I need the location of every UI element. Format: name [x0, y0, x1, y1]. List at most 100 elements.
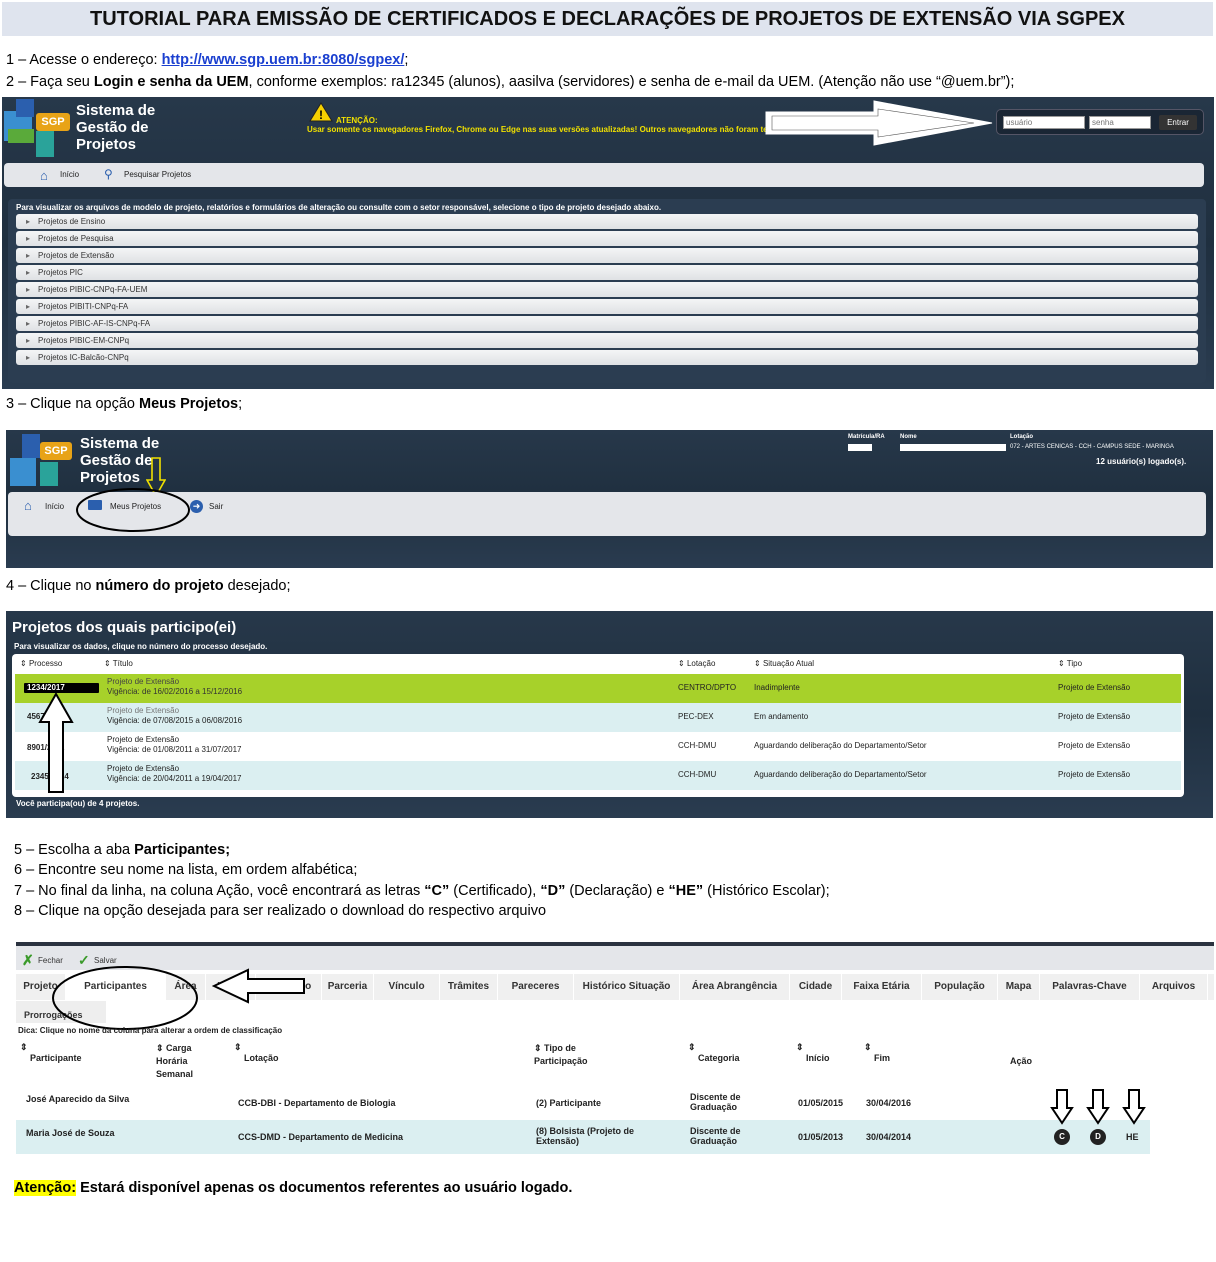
page-title: TUTORIAL PARA EMISSÃO DE CERTIFICADOS E … — [2, 2, 1213, 36]
table-row[interactable]: 4567/2015 Projeto de Extensão Vigência: … — [15, 703, 1181, 732]
declaration-button[interactable]: D — [1090, 1129, 1106, 1145]
screenshot-meus-projetos: SGP Sistema de Gestão de Projetos Matrícul… — [6, 430, 1213, 568]
tab-parceria[interactable]: Parceria — [322, 974, 374, 1000]
step-6: 6 – Encontre seu nome na lista, em ordem… — [14, 862, 358, 878]
tab-vinculo[interactable]: Vínculo — [374, 974, 440, 1000]
col-carga-horaria[interactable]: ⇕ Carga Horária Semanal — [156, 1042, 218, 1081]
col-fim[interactable]: ⇕ Fim — [864, 1042, 890, 1063]
tab-palavras-chave[interactable]: Palavras-Chave — [1040, 974, 1140, 1000]
col-participante[interactable]: ⇕ Participante — [20, 1042, 82, 1063]
col-categoria[interactable]: ⇕ Categoria — [688, 1042, 740, 1063]
lotacao-value: 072 - ARTES CENICAS - CCH - CAMPUS SEDE … — [1010, 444, 1174, 450]
lotacao-label: Lotação — [1010, 434, 1034, 440]
warning-title: ATENÇÃO: — [336, 116, 378, 125]
col-processo[interactable]: ⇕ Processo — [20, 659, 62, 668]
col-tipo[interactable]: ⇕ Tipo — [1058, 659, 1082, 668]
matricula-label: Matrícula/RA — [848, 434, 885, 440]
arrow-up-icon — [38, 692, 74, 793]
accordion-item[interactable]: Projetos IC-Balcão-CNPq — [16, 350, 1198, 365]
col-situacao[interactable]: ⇕ Situação Atual — [754, 659, 814, 668]
sort-hint: Dica: Clique no nome da coluna para alte… — [18, 1026, 283, 1035]
tab-mapa[interactable]: Mapa — [998, 974, 1040, 1000]
screenshot-projetos-list: Projetos dos quais participo(ei) Para vi… — [6, 611, 1213, 818]
step-4: 4 – Clique no número do projeto desejado… — [6, 578, 291, 594]
screenshot-participantes: ✗ Fechar ✓ Salvar Projeto Participantes … — [16, 942, 1214, 1158]
close-icon: ✗ — [22, 952, 34, 968]
projects-count: Você participa(ou) de 4 projetos. — [16, 799, 140, 808]
col-tipo-participacao[interactable]: ⇕ Tipo de Participação — [534, 1042, 604, 1068]
nav-inicio[interactable]: Início — [60, 170, 79, 179]
table-row[interactable]: Maria José de Souza CCS-DMD - Departamen… — [16, 1120, 1150, 1154]
table-row[interactable]: 1234/2017 Projeto de Extensão Vigência: … — [15, 674, 1181, 703]
nav-sair[interactable]: Sair — [209, 502, 223, 511]
nav-inicio[interactable]: Início — [45, 502, 64, 511]
accordion-item[interactable]: Projetos PIBIC-AF-IS-CNPq-FA — [16, 316, 1198, 331]
login-box: Entrar — [996, 109, 1204, 135]
accordion-item[interactable]: Projetos PIBIC-CNPq-FA-UEM — [16, 282, 1198, 297]
col-lotacao[interactable]: ⇕ Lotação — [234, 1042, 279, 1063]
arrow-left-icon — [212, 968, 305, 1004]
sgp-badge: SGP — [36, 113, 70, 131]
svg-text:!: ! — [319, 108, 323, 122]
sgpex-link[interactable]: http://www.sgp.uem.br:8080/sgpex/ — [162, 52, 405, 68]
search-icon: ⚲ — [104, 167, 113, 181]
nome-label: Nome — [900, 434, 917, 440]
tab-cidade[interactable]: Cidade — [790, 974, 842, 1000]
nav-bar: ⌂ Início ⚲ Pesquisar Projetos — [4, 163, 1204, 187]
col-titulo[interactable]: ⇕ Título — [104, 659, 133, 668]
step-5: 5 – Escolha a aba Participantes; — [14, 842, 231, 858]
col-inicio[interactable]: ⇕ Início — [796, 1042, 830, 1063]
highlight-ellipse — [52, 966, 198, 1030]
step-2: 2 – Faça seu Login e senha da UEM, confo… — [6, 74, 1015, 90]
projects-heading: Projetos dos quais participo(ei) — [12, 619, 237, 636]
screenshot-login: SGP Sistema de Gestão de Projetos ! ATENÇÃ… — [2, 97, 1214, 389]
tab-pareceres[interactable]: Pareceres — [498, 974, 574, 1000]
certificate-button[interactable]: C — [1054, 1129, 1070, 1145]
projects-table: ⇕ Processo ⇕ Título ⇕ Lotação ⇕ Situação… — [12, 654, 1184, 797]
intro-text: Para visualizar os arquivos de modelo de… — [16, 203, 662, 212]
accordion-item[interactable]: Projetos PIBITI-CNPq-FA — [16, 299, 1198, 314]
step-3: 3 – Clique na opção Meus Projetos; — [6, 396, 243, 412]
arrow-down-icon — [1122, 1089, 1146, 1125]
home-icon: ⌂ — [40, 168, 48, 183]
attention-label: Atenção: — [14, 1180, 77, 1196]
arrow-right-icon — [765, 100, 993, 146]
tab-area-abrangencia[interactable]: Área Abrangência — [680, 974, 790, 1000]
table-row[interactable]: 8901/2011 Projeto de Extensão Vigência: … — [15, 732, 1181, 761]
nav-pesquisar[interactable]: Pesquisar Projetos — [124, 170, 191, 179]
logo-text: Sistema de Gestão de Projetos — [76, 102, 156, 153]
tab-tramites[interactable]: Trâmites — [440, 974, 498, 1000]
arrow-down-icon — [1050, 1089, 1074, 1125]
step-1: 1 – Acesse o endereço: http://www.sgp.ue… — [6, 52, 409, 68]
accordion-item[interactable]: Projetos de Pesquisa — [16, 231, 1198, 246]
step-8: 8 – Clique na opção desejada para ser re… — [14, 903, 547, 919]
matricula-value — [848, 444, 872, 451]
accordion-item[interactable]: Projetos PIBIC-EM-CNPq — [16, 333, 1198, 348]
tab-faixa-etaria[interactable]: Faixa Etária — [842, 974, 922, 1000]
password-input[interactable] — [1089, 116, 1151, 129]
step-7: 7 – No final da linha, na coluna Ação, v… — [14, 883, 830, 899]
table-row[interactable]: José Aparecido da Silva CCB-DBI - Depart… — [16, 1086, 1150, 1120]
nome-value — [900, 444, 1006, 451]
accordion-item[interactable]: Projetos de Ensino — [16, 214, 1198, 229]
accordion-item[interactable]: Projetos PIC — [16, 265, 1198, 280]
username-input[interactable] — [1003, 116, 1085, 129]
col-lotacao[interactable]: ⇕ Lotação — [678, 659, 715, 668]
table-row[interactable]: 2345/2014 Projeto de Extensão Vigência: … — [15, 761, 1181, 790]
historico-button[interactable]: HE — [1126, 1132, 1139, 1142]
home-icon: ⌂ — [24, 498, 32, 513]
tab-arquivos[interactable]: Arquivos — [1140, 974, 1208, 1000]
highlight-ellipse — [76, 488, 190, 532]
project-types-panel: Para visualizar os arquivos de modelo de… — [8, 199, 1206, 383]
accordion-item[interactable]: Projetos de Extensão — [16, 248, 1198, 263]
tab-populacao[interactable]: População — [922, 974, 998, 1000]
col-acao: Ação — [1010, 1056, 1033, 1066]
warning-icon: ! — [309, 102, 333, 122]
sgp-badge: SGP — [40, 442, 72, 460]
login-button[interactable]: Entrar — [1159, 115, 1197, 130]
tab-historico-situacao[interactable]: Histórico Situação — [574, 974, 680, 1000]
attention-note: Atenção: Estará disponível apenas os doc… — [14, 1180, 573, 1196]
logged-count: 12 usuário(s) logado(s). — [1096, 457, 1187, 466]
arrow-down-icon — [1086, 1089, 1110, 1125]
projects-subtitle: Para visualizar os dados, clique no núme… — [14, 642, 268, 651]
